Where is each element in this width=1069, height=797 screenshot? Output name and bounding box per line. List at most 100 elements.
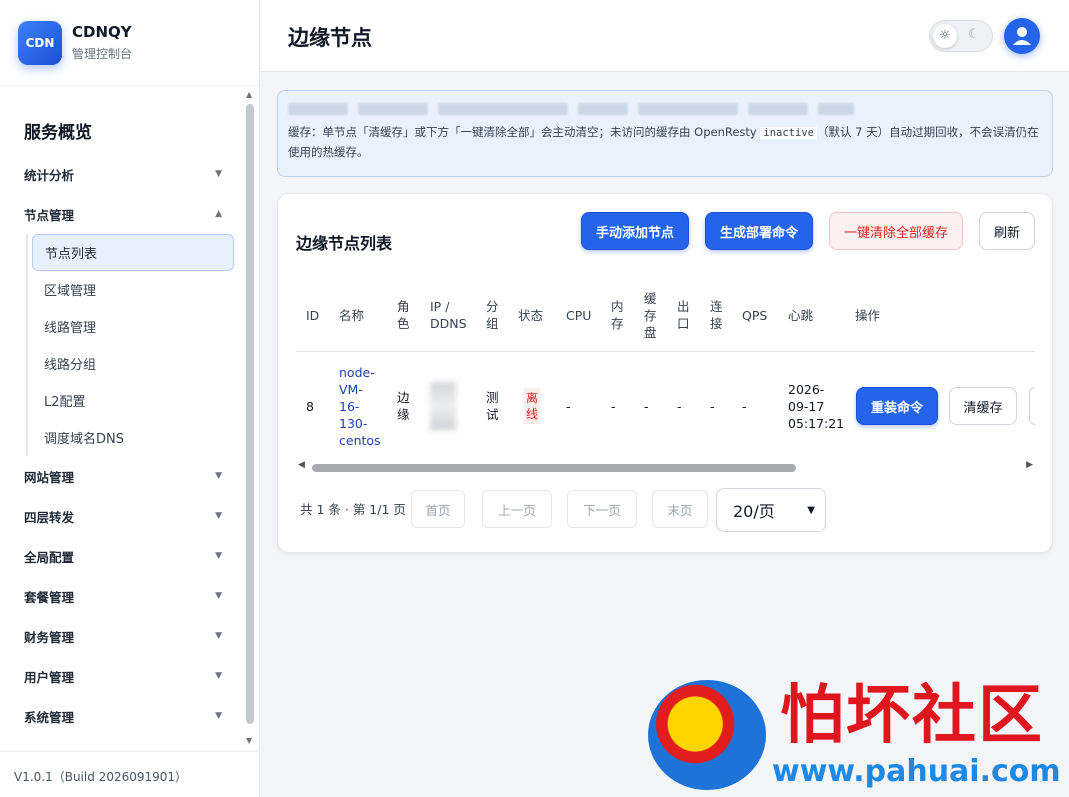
nav-section-title: 服务概览 bbox=[24, 123, 92, 143]
nav-sub-list: 节点列表 区域管理 线路管理 线路分组 L2配置 调度域名DNS bbox=[26, 234, 244, 456]
sidebar: CDN CDNQY 管理控制台 服务概览 统计分析 ▼ 节点管理 ▲ 节点列表 … bbox=[0, 0, 260, 797]
moon-icon: ☾ bbox=[968, 27, 980, 42]
sidebar-item-l2-config[interactable]: L2配置 bbox=[32, 382, 244, 419]
avatar[interactable] bbox=[1004, 18, 1040, 54]
col-group: 分 组 bbox=[486, 299, 499, 331]
watermark-url: www.pahuai.com bbox=[772, 754, 1061, 789]
cell-role: 边 缘 bbox=[397, 390, 410, 422]
nav-group-label: 网站管理 bbox=[24, 469, 75, 485]
page-size-value: 20/页 bbox=[733, 502, 775, 521]
clear-cache-button[interactable]: 清缓存 bbox=[949, 387, 1017, 425]
cell-conn: - bbox=[710, 398, 715, 414]
prev-page-button[interactable]: 上一页 bbox=[482, 490, 552, 528]
nav-group-nodes[interactable]: 节点管理 ▲ bbox=[0, 194, 244, 234]
nav-group-users[interactable]: 用户管理 ▼ bbox=[0, 656, 244, 696]
table-hscrollbar[interactable]: ◀ ▶ bbox=[296, 460, 1035, 474]
col-cpu: CPU bbox=[566, 307, 592, 323]
cell-cpu: - bbox=[566, 398, 571, 414]
col-conn: 连 接 bbox=[710, 299, 723, 331]
cell-status: 离 线 bbox=[524, 352, 541, 449]
cell-group: 测 试 bbox=[486, 390, 499, 422]
sun-icon: ☼ bbox=[933, 24, 957, 48]
chevron-down-icon: ▼ bbox=[215, 591, 222, 601]
cache-info-text: 缓存：单节点「清缓存」或下方「一键清除全部」会主动清空；未访问的缓存由 Open… bbox=[288, 125, 1039, 159]
generate-deploy-button[interactable]: 生成部署命令 bbox=[705, 212, 813, 250]
watermark-text: 怕坏社区 bbox=[780, 678, 1044, 753]
page-title: 边缘节点 bbox=[288, 26, 372, 50]
theme-toggle[interactable]: ☼ ☾ bbox=[929, 20, 993, 52]
clear-all-cache-button[interactable]: 一键清除全部缓存 bbox=[829, 212, 963, 250]
col-role: 角 色 bbox=[397, 299, 410, 331]
col-cache-disk: 缓 存 盘 bbox=[644, 290, 657, 340]
reinstall-command-button[interactable]: 重装命令 bbox=[856, 387, 938, 425]
nav-group-label: 用户管理 bbox=[24, 669, 75, 685]
sidebar-item-lines[interactable]: 线路管理 bbox=[32, 308, 244, 345]
brand-subtitle: 管理控制台 bbox=[72, 47, 133, 61]
refresh-button[interactable]: 刷新 bbox=[979, 212, 1035, 250]
nav-group-system[interactable]: 系统管理 ▼ bbox=[0, 696, 244, 736]
nav-group-label: 系统管理 bbox=[24, 709, 75, 725]
user-icon bbox=[1013, 27, 1031, 45]
chevron-up-icon: ▲ bbox=[215, 209, 222, 219]
more-button-partial[interactable] bbox=[1029, 387, 1035, 425]
col-mem: 内 存 bbox=[611, 299, 624, 331]
fish-logo-icon bbox=[648, 680, 766, 790]
nav-group-stats[interactable]: 统计分析 ▼ bbox=[0, 154, 244, 194]
inactive-code: inactive bbox=[760, 127, 817, 139]
version-label: V1.0.1（Build 2026091901） bbox=[0, 751, 260, 797]
chevron-down-icon: ▼ bbox=[215, 551, 222, 561]
cell-disk: - bbox=[644, 398, 649, 414]
cell-egress: - bbox=[677, 398, 682, 414]
hscroll-thumb[interactable] bbox=[312, 464, 796, 472]
card-title: 边缘节点列表 bbox=[296, 234, 393, 253]
col-qps: QPS bbox=[742, 307, 768, 323]
scroll-up-icon[interactable]: ▲ bbox=[246, 90, 252, 99]
nav-group-plans[interactable]: 套餐管理 ▼ bbox=[0, 576, 244, 616]
nav-group-global[interactable]: 全局配置 ▼ bbox=[0, 536, 244, 576]
col-heartbeat: 心跳 bbox=[788, 307, 814, 323]
chevron-down-icon: ▼ bbox=[215, 631, 222, 641]
sidebar-scrollbar[interactable] bbox=[246, 104, 254, 724]
sidebar-nav: 服务概览 统计分析 ▼ 节点管理 ▲ 节点列表 区域管理 线路管理 线路分组 L… bbox=[0, 86, 244, 750]
nav-group-finance[interactable]: 财务管理 ▼ bbox=[0, 616, 244, 656]
sidebar-item-node-list[interactable]: 节点列表 bbox=[32, 234, 234, 271]
col-status: 状态 bbox=[518, 307, 544, 323]
col-name: 名称 bbox=[339, 307, 365, 323]
watermark: 怕坏社区 www.pahuai.com bbox=[648, 678, 1061, 790]
add-node-button[interactable]: 手动添加节点 bbox=[581, 212, 689, 250]
col-id: ID bbox=[306, 307, 320, 323]
col-ip: IP / DDNS bbox=[430, 299, 467, 331]
cell-heartbeat: 2026- 09-17 05:17:21 bbox=[788, 381, 845, 431]
node-name-link[interactable]: node- VM- 16- 130- centos bbox=[339, 352, 381, 449]
scroll-left-icon[interactable]: ◀ bbox=[298, 460, 305, 470]
cdn-logo[interactable]: CDN bbox=[18, 20, 62, 65]
nav-group-label: 四层转发 bbox=[24, 509, 75, 525]
cell-qps: - bbox=[742, 398, 747, 414]
brand: CDN CDNQY 管理控制台 bbox=[0, 0, 259, 86]
sidebar-item-line-groups[interactable]: 线路分组 bbox=[32, 345, 244, 382]
nav-group-label: 全局配置 bbox=[24, 549, 75, 565]
cell-ip-redacted bbox=[430, 352, 456, 449]
sidebar-item-regions[interactable]: 区域管理 bbox=[32, 271, 244, 308]
nav-group-sites[interactable]: 网站管理 ▼ bbox=[0, 456, 244, 496]
scroll-down-icon[interactable]: ▼ bbox=[246, 736, 252, 745]
nav-group-label: 套餐管理 bbox=[24, 589, 75, 605]
nav-group-label: 统计分析 bbox=[24, 167, 75, 183]
col-egress: 出 口 bbox=[677, 299, 690, 331]
scroll-right-icon[interactable]: ▶ bbox=[1026, 460, 1033, 470]
cell-id: 8 bbox=[306, 398, 314, 414]
sidebar-item-dns[interactable]: 调度域名DNS bbox=[32, 419, 244, 456]
next-page-button[interactable]: 下一页 bbox=[567, 490, 637, 528]
col-ops: 操作 bbox=[855, 307, 881, 323]
nav-group-l4[interactable]: 四层转发 ▼ bbox=[0, 496, 244, 536]
status-badge: 离 线 bbox=[524, 388, 541, 424]
last-page-button[interactable]: 末页 bbox=[652, 490, 708, 528]
page-size-select[interactable]: 20/页 ▼ bbox=[716, 488, 826, 532]
chevron-down-icon: ▼ bbox=[215, 671, 222, 681]
chevron-down-icon: ▼ bbox=[215, 471, 222, 481]
chevron-down-icon: ▼ bbox=[215, 169, 222, 179]
top-header: 边缘节点 ☼ ☾ bbox=[261, 0, 1069, 72]
cell-mem: - bbox=[611, 398, 616, 414]
chevron-down-icon: ▼ bbox=[807, 504, 815, 516]
first-page-button[interactable]: 首页 bbox=[411, 490, 465, 528]
